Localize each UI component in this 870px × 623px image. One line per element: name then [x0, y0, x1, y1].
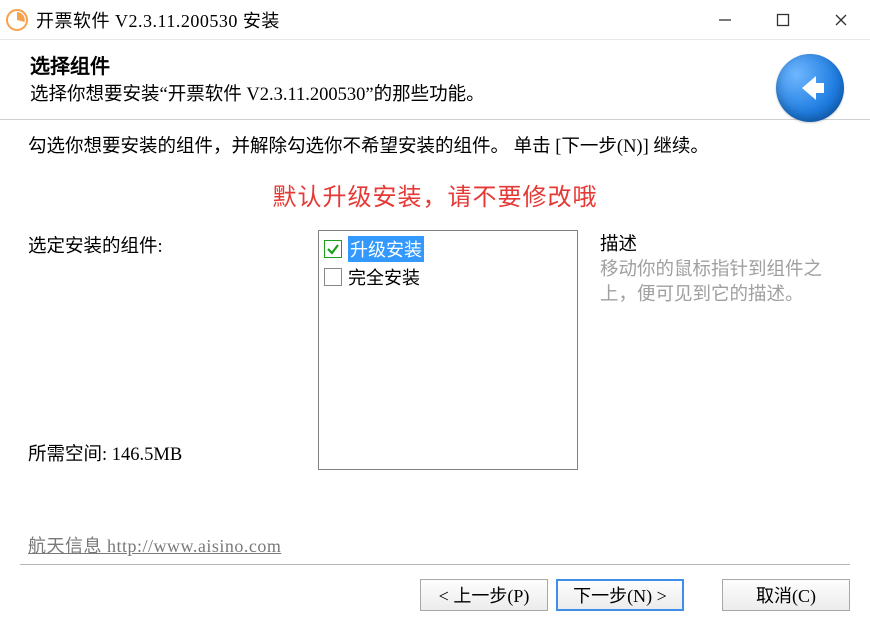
cancel-button[interactable]: 取消(C) [722, 579, 850, 611]
back-button[interactable]: < 上一步(P) [420, 579, 548, 611]
minimize-button[interactable] [696, 0, 754, 39]
description-body: 移动你的鼠标指针到组件之上，便可见到它的描述。 [600, 258, 842, 308]
warning-text: 默认升级安装，请不要修改哦 [28, 177, 842, 212]
component-item-label: 完全安装 [348, 264, 420, 290]
component-item-label: 升级安装 [348, 236, 424, 262]
app-icon [6, 9, 28, 31]
checkbox-icon[interactable] [324, 268, 342, 286]
component-item-upgrade[interactable]: 升级安装 [322, 235, 574, 263]
back-arrow-icon [776, 54, 844, 122]
window-title: 开票软件 V2.3.11.200530 安装 [36, 7, 696, 33]
next-button-label: 下一步(N) > [573, 582, 667, 608]
footer-divider [20, 564, 850, 565]
space-required-label: 所需空间: 146.5MB [28, 440, 318, 466]
wizard-button-row: < 上一步(P) 下一步(N) > 取消(C) [20, 579, 850, 611]
wizard-footer: 航天信息 http://www.aisino.com < 上一步(P) 下一步(… [0, 532, 870, 623]
wizard-body: 勾选你想要安装的组件，并解除勾选你不希望安装的组件。 单击 [下一步(N)] 继… [0, 120, 870, 470]
maximize-button[interactable] [754, 0, 812, 39]
cancel-button-label: 取消(C) [756, 582, 816, 608]
description-title: 描述 [600, 230, 842, 256]
checkbox-icon[interactable] [324, 240, 342, 258]
next-button[interactable]: 下一步(N) > [556, 579, 684, 611]
window-controls [696, 0, 870, 39]
branding-link[interactable]: 航天信息 http://www.aisino.com [20, 532, 850, 558]
wizard-header: 选择组件 选择你想要安装“开票软件 V2.3.11.200530”的那些功能。 [0, 40, 870, 119]
components-label: 选定安装的组件: [28, 232, 318, 258]
header-title: 选择组件 [30, 50, 840, 79]
back-button-label: < 上一步(P) [439, 582, 530, 608]
close-button[interactable] [812, 0, 870, 39]
component-item-full[interactable]: 完全安装 [322, 263, 574, 291]
header-subtitle: 选择你想要安装“开票软件 V2.3.11.200530”的那些功能。 [30, 83, 590, 109]
instruction-text: 勾选你想要安装的组件，并解除勾选你不希望安装的组件。 单击 [下一步(N)] 继… [28, 134, 842, 161]
window-titlebar: 开票软件 V2.3.11.200530 安装 [0, 0, 870, 40]
components-list[interactable]: 升级安装 完全安装 [318, 230, 578, 470]
